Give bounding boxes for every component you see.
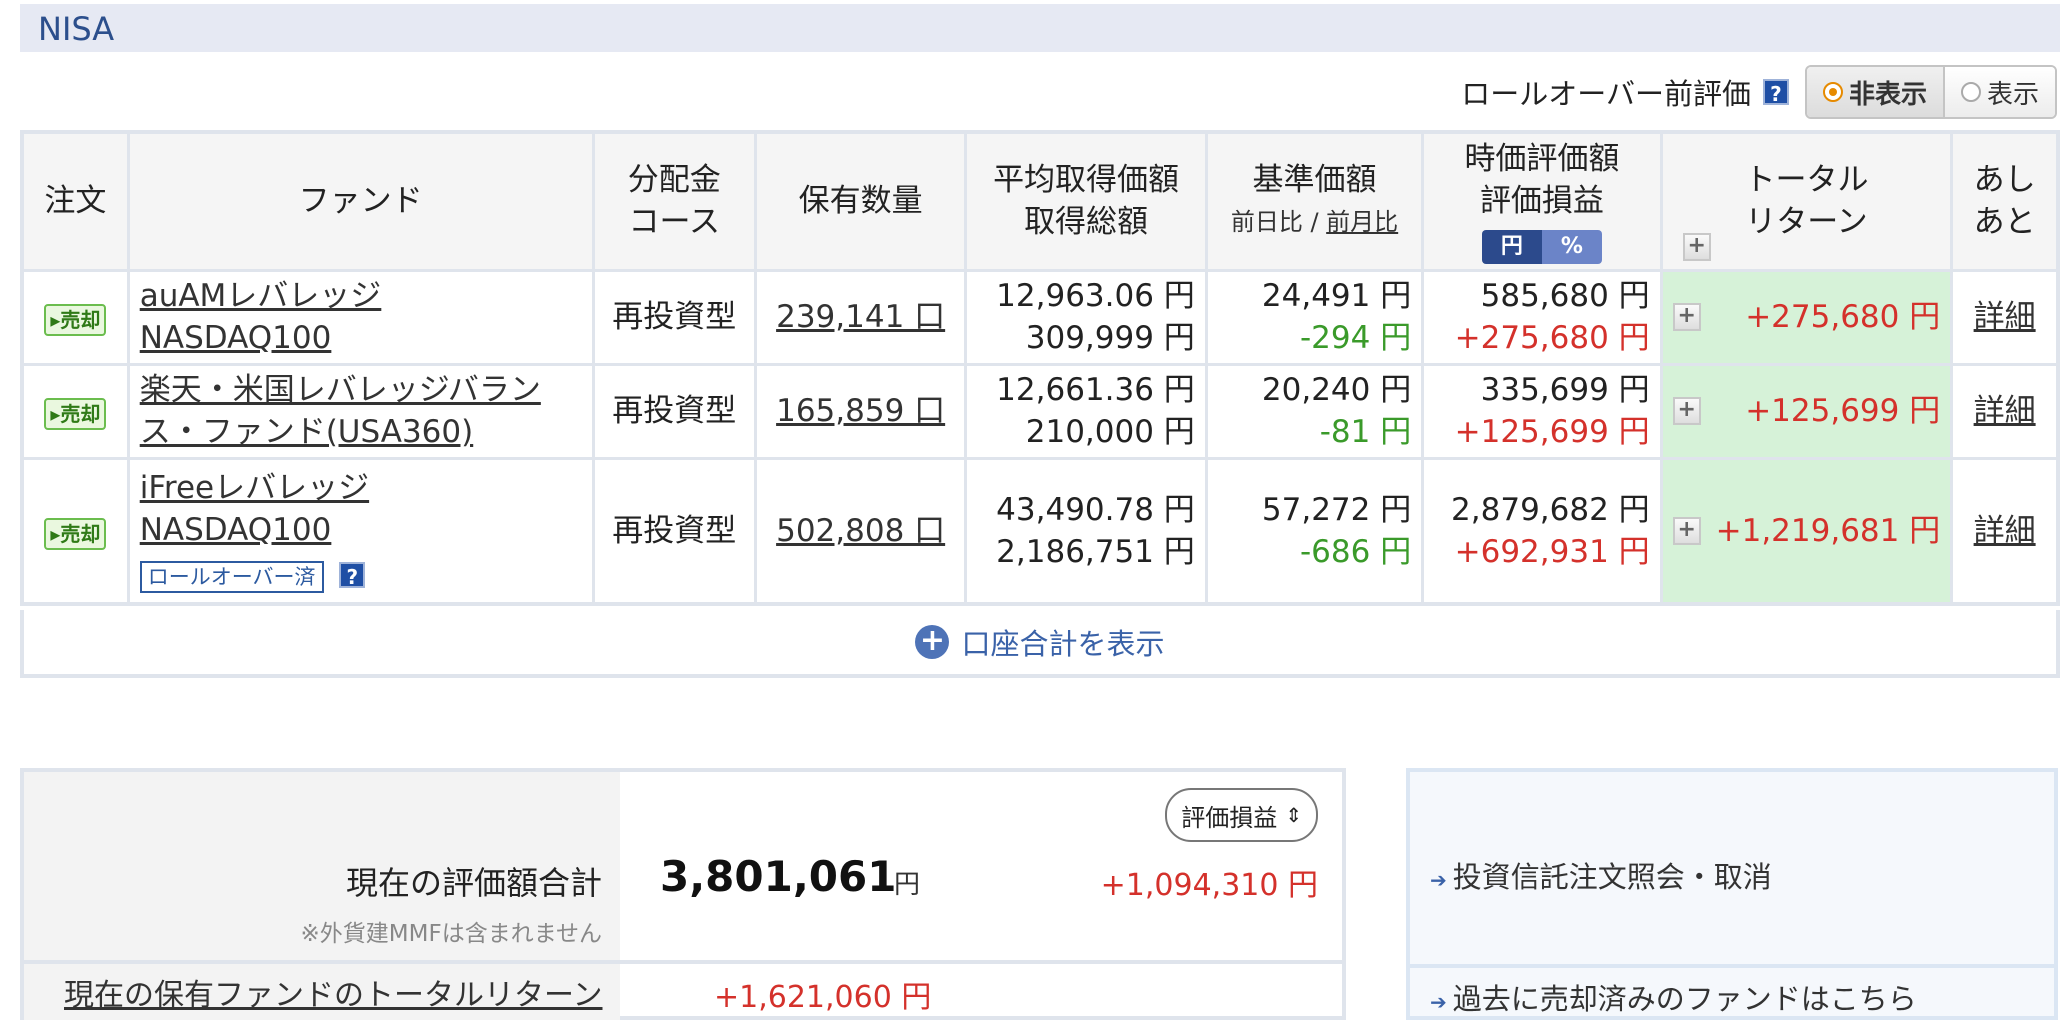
sell-button[interactable]: ▸売却 bbox=[44, 517, 107, 550]
col-header-market-value: 時価評価額 評価損益 円 % bbox=[1421, 130, 1663, 272]
col-header-history: あし あと bbox=[1950, 130, 2060, 272]
distribution-course: 再投資型 bbox=[591, 456, 757, 606]
currency-unit: 円 bbox=[894, 870, 921, 900]
rollover-option-show-label: 表示 bbox=[1986, 79, 2039, 110]
section-header: NISA bbox=[20, 4, 2060, 52]
table-row: ▸売却 iFreeレバレッジ NASDAQ100 ロールオーバー済 ? 再投資型 … bbox=[20, 456, 2060, 606]
rollover-option-show[interactable]: 表示 bbox=[1944, 67, 2055, 117]
rollover-segmented-control: 非表示 表示 bbox=[1804, 65, 2057, 119]
sort-select[interactable]: 評価損益 ⇕ bbox=[1165, 788, 1318, 842]
radio-unselected-icon bbox=[1960, 82, 1981, 102]
quantity-link[interactable]: 165,859 口 bbox=[776, 393, 945, 429]
sell-button[interactable]: ▸売却 bbox=[44, 304, 107, 336]
unit-yen-button[interactable]: 円 bbox=[1481, 230, 1542, 265]
rollover-option-hide[interactable]: 非表示 bbox=[1806, 67, 1945, 117]
fund-name-link[interactable]: auAMレバレッジ NASDAQ100 bbox=[140, 278, 382, 356]
holdings-table: 注文 ファンド 分配金 コース 保有数量 平均取得価額 取得総額 基準価額 前日比 … bbox=[20, 130, 2060, 606]
plus-circle-icon: + bbox=[915, 625, 950, 659]
expand-icon[interactable]: + bbox=[1672, 303, 1701, 331]
unit-toggle: 円 % bbox=[1481, 230, 1602, 265]
total-return-value: +125,699 円 bbox=[1745, 393, 1941, 429]
total-return-cell: + +1,219,681 円 bbox=[1659, 456, 1954, 606]
total-return-cell: + +125,699 円 bbox=[1659, 362, 1954, 460]
col-header-distribution: 分配金 コース bbox=[591, 130, 757, 272]
rollover-badge: ロールオーバー済 bbox=[139, 560, 324, 593]
detail-link[interactable]: 詳細 bbox=[1974, 513, 2036, 549]
current-valuation-total: 3,801,061 bbox=[660, 852, 897, 901]
table-row: ▸売却 楽天・米国レバレッジバラン ス・ファンド(USA360) 再投資型 165… bbox=[20, 362, 2060, 460]
help-icon[interactable]: ? bbox=[339, 561, 366, 589]
section-title: NISA bbox=[38, 10, 115, 48]
sort-select-label: 評価損益 bbox=[1181, 803, 1278, 832]
up-down-chevron-icon: ⇕ bbox=[1285, 803, 1302, 827]
rollover-toggle-row: ロールオーバー前評価 ? 非表示 表示 bbox=[1461, 65, 2057, 119]
distribution-course: 再投資型 bbox=[591, 362, 757, 460]
total-return-total: +1,621,060 円 bbox=[714, 980, 932, 1015]
show-account-total-button[interactable]: + 口座合計を表示 bbox=[20, 610, 2060, 678]
expand-icon[interactable]: + bbox=[1682, 232, 1711, 261]
quantity-link[interactable]: 502,808 口 bbox=[776, 513, 945, 549]
rollover-option-hide-label: 非表示 bbox=[1848, 79, 1927, 110]
expand-icon[interactable]: + bbox=[1672, 516, 1701, 545]
help-icon[interactable]: ? bbox=[1762, 79, 1789, 106]
total-return-value: +275,680 円 bbox=[1745, 299, 1941, 335]
distribution-course: 再投資型 bbox=[591, 268, 757, 366]
expand-icon[interactable]: + bbox=[1672, 397, 1701, 425]
col-header-order: 注文 bbox=[20, 130, 130, 272]
rollover-label: ロールオーバー前評価 bbox=[1461, 77, 1751, 111]
col-header-fund: ファンド bbox=[126, 130, 595, 272]
quick-links-panel: ➔ 投資信託注文照会・取消 ➔ 過去に売却済みのファンドはこちら bbox=[1406, 768, 2058, 1020]
sell-button[interactable]: ▸売却 bbox=[44, 398, 107, 430]
col-header-quantity: 保有数量 bbox=[753, 130, 968, 272]
total-return-value: +1,219,681 円 bbox=[1715, 512, 1941, 549]
monthly-change-link[interactable]: 前月比 bbox=[1326, 208, 1398, 236]
totals-panel: 評価損益 ⇕ 現在の評価額合計 ※外貨建MMFは含まれません 3,801,061… bbox=[20, 768, 1346, 1020]
table-row: ▸売却 auAMレバレッジ NASDAQ100 再投資型 239,141 口 12… bbox=[20, 268, 2060, 366]
order-inquiry-link[interactable]: ➔ 投資信託注文照会・取消 bbox=[1430, 854, 1772, 896]
table-header-row: 注文 ファンド 分配金 コース 保有数量 平均取得価額 取得総額 基準価額 前日比 … bbox=[20, 130, 2060, 272]
col-header-total-return: トータル リターン + bbox=[1659, 130, 1954, 272]
current-valuation-label: 現在の評価額合計 bbox=[345, 864, 602, 902]
arrow-right-icon: ➔ bbox=[1430, 990, 1447, 1014]
unit-percent-button[interactable]: % bbox=[1541, 230, 1602, 265]
show-account-total-label: 口座合計を表示 bbox=[961, 627, 1165, 661]
detail-link[interactable]: 詳細 bbox=[1974, 299, 2036, 335]
detail-link[interactable]: 詳細 bbox=[1974, 393, 2036, 429]
fund-name-link[interactable]: iFreeレバレッジ NASDAQ100 bbox=[140, 470, 369, 548]
unrealized-gain-total: +1,094,310 円 bbox=[1100, 868, 1318, 903]
mmf-note: ※外貨建MMFは含まれません bbox=[300, 921, 603, 947]
total-return-cell: + +275,680 円 bbox=[1659, 268, 1954, 366]
quantity-link[interactable]: 239,141 口 bbox=[776, 299, 945, 335]
past-sold-funds-link[interactable]: ➔ 過去に売却済みのファンドはこちら bbox=[1430, 976, 1917, 1018]
arrow-right-icon: ➔ bbox=[1430, 868, 1447, 892]
fund-name-link[interactable]: 楽天・米国レバレッジバラン ス・ファンド(USA360) bbox=[140, 372, 541, 450]
total-return-link[interactable]: 現在の保有ファンドのトータルリターン bbox=[64, 970, 603, 1014]
col-header-base-price: 基準価額 前日比 / 前月比 bbox=[1204, 130, 1425, 272]
radio-selected-icon bbox=[1822, 82, 1843, 102]
col-header-avg-price: 平均取得価額 取得総額 bbox=[964, 130, 1208, 272]
